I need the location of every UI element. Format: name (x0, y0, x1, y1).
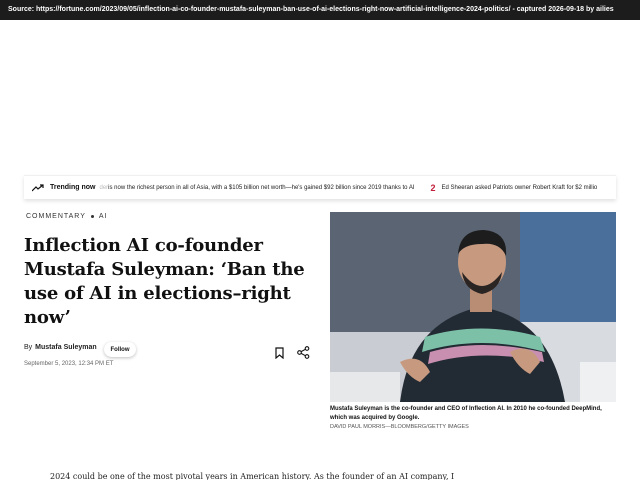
kicker-topic-link[interactable]: AI (99, 213, 108, 220)
follow-button[interactable]: Follow (104, 342, 136, 357)
kicker-separator-dot (90, 215, 94, 218)
trending-label: Trending now (50, 184, 96, 191)
bookmark-icon[interactable] (274, 346, 285, 360)
author-link[interactable]: Mustafa Suleyman (35, 344, 96, 351)
trending-icon (32, 182, 48, 194)
article-headline: Inflection AI co-founder Mustafa Suleyma… (24, 235, 305, 328)
trending-bar: Trending now der is now the richest pers… (24, 175, 616, 199)
hero-photo-illustration (330, 212, 616, 402)
source-bar: Source: https://fortune.com/2023/09/05/i… (0, 0, 640, 20)
article-body-first-line: 2024 could be one of the most pivotal ye… (50, 472, 455, 480)
trending-item-2-number: 2 (430, 182, 436, 193)
ad-space (0, 20, 640, 172)
kicker-section-link[interactable]: COMMENTARY (26, 213, 86, 220)
byline: By Mustafa Suleyman (24, 344, 97, 351)
byline-prefix: By (24, 344, 33, 351)
photo-caption: Mustafa Suleyman is the co-founder and C… (330, 406, 602, 421)
trending-item-1-fade: der (99, 184, 109, 191)
source-text: Source: https://fortune.com/2023/09/05/i… (8, 6, 614, 13)
trending-item-2[interactable]: Ed Sheeran asked Patriots owner Robert K… (442, 185, 598, 191)
kicker: COMMENTARY AI (26, 213, 108, 220)
hero-photo (330, 212, 616, 402)
publish-date: September 5, 2023, 12:34 PM ET (24, 361, 114, 367)
share-icon[interactable] (297, 346, 310, 359)
photo-credit: DAVID PAUL MORRIS—BLOOMBERG/GETTY IMAGES (330, 424, 469, 430)
trending-item-1[interactable]: der is now the richest person in all of … (100, 185, 415, 191)
trending-item-1-text: is now the richest person in all of Asia… (108, 184, 415, 191)
